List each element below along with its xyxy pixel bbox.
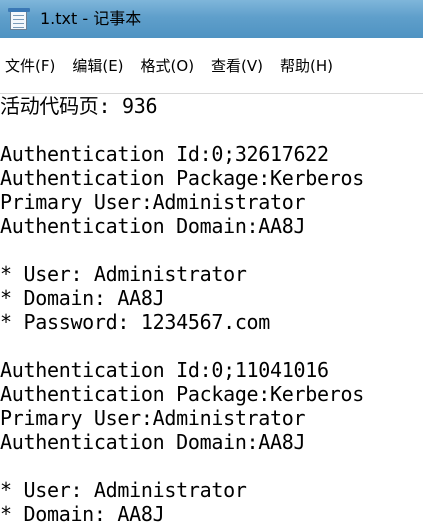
menu-bar: 文件(F) 编辑(E) 格式(O) 查看(V) 帮助(H) <box>0 38 423 94</box>
text-line: Authentication Package:Kerberos <box>0 166 364 190</box>
text-line <box>0 334 423 358</box>
text-line: * Domain: AA8J <box>0 286 165 310</box>
menu-format[interactable]: 格式(O) <box>137 38 198 94</box>
text-line: Primary User:Administrator <box>0 406 306 430</box>
text-line: * User: Administrator <box>0 262 247 286</box>
text-editor[interactable]: 活动代码页: 936 Authentication Id:0;32617622 … <box>0 94 423 528</box>
text-line: * User: Administrator <box>0 478 247 502</box>
text-line: Primary User:Administrator <box>0 190 306 214</box>
text-line: Authentication Id:0;11041016 <box>0 358 329 382</box>
text-line: Authentication Domain:AA8J <box>0 214 306 238</box>
text-line: Authentication Id:0;32617622 <box>0 142 329 166</box>
text-line: Authentication Package:Kerberos <box>0 382 364 406</box>
text-line <box>0 118 423 142</box>
text-line: * Domain: AA8J <box>0 502 165 526</box>
window-title: 1.txt - 记事本 <box>40 9 142 28</box>
menu-file[interactable]: 文件(F) <box>0 38 58 94</box>
text-line: Authentication Domain:AA8J <box>0 430 306 454</box>
notepad-window: 1.txt - 记事本 文件(F) 编辑(E) 格式(O) 查看(V) 帮助(H… <box>0 0 423 528</box>
title-bar[interactable]: 1.txt - 记事本 <box>0 0 423 38</box>
notepad-icon[interactable] <box>8 8 30 32</box>
text-line: * Password: 1234567.com <box>0 310 271 334</box>
menu-view[interactable]: 查看(V) <box>207 38 266 94</box>
text-line <box>0 238 423 262</box>
menu-help[interactable]: 帮助(H) <box>276 38 336 94</box>
menu-edit[interactable]: 编辑(E) <box>68 38 126 94</box>
text-line: 活动代码页: 936 <box>0 94 158 118</box>
text-line <box>0 454 423 478</box>
